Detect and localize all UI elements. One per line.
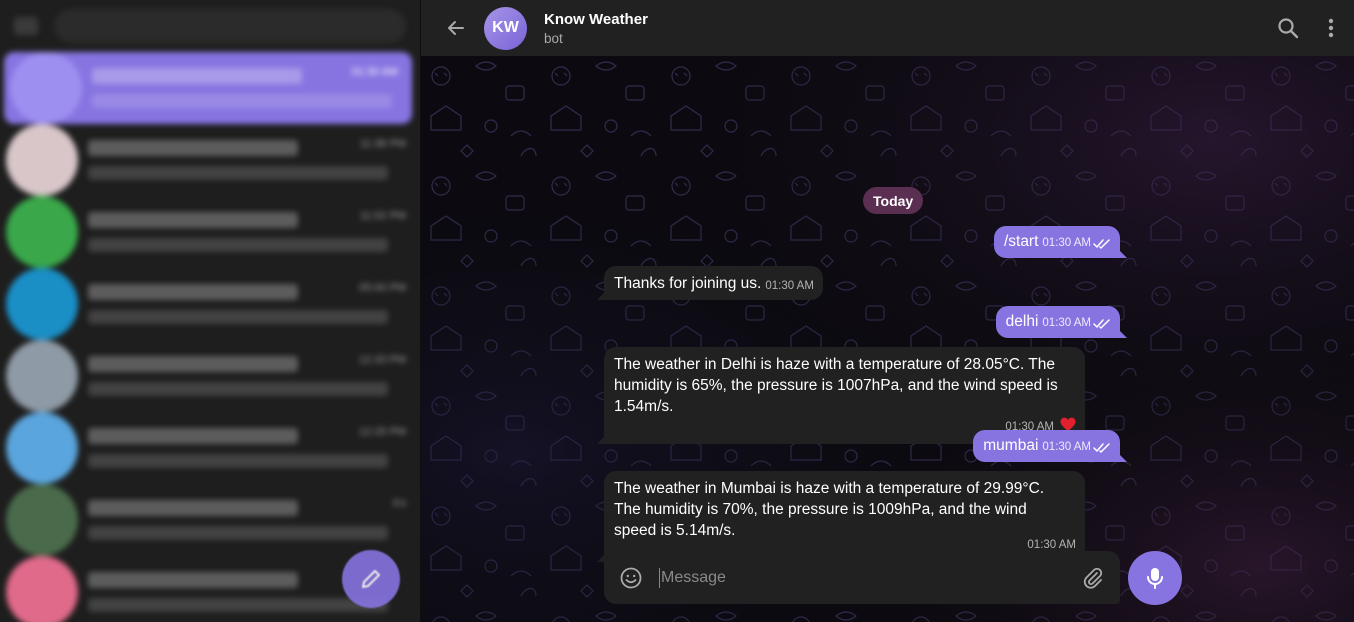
message-meta: 01:30 AM <box>1042 233 1111 254</box>
menu-icon[interactable] <box>14 17 38 35</box>
message-text: The weather in Delhi is haze with a temp… <box>614 356 1058 415</box>
avatar <box>6 556 78 622</box>
message-text: /start <box>1003 233 1039 250</box>
header-actions <box>1276 16 1336 40</box>
chat-header: KW Know Weather bot <box>421 0 1354 56</box>
avatar <box>6 124 78 196</box>
message-text: Thanks for joining us. <box>614 275 762 292</box>
back-button[interactable] <box>443 15 469 41</box>
double-check-icon <box>1093 238 1110 249</box>
message-text: The weather in Mumbai is haze with a tem… <box>614 480 1045 539</box>
message-meta: 01:30 AM <box>1042 437 1111 458</box>
chat-time: 01:30 AM <box>351 66 398 78</box>
search-icon[interactable] <box>1276 16 1300 40</box>
chat-title: Know Weather <box>544 10 648 28</box>
avatar <box>6 340 78 412</box>
chat-time: 11:02 PM <box>359 210 406 222</box>
message-composer: Message <box>604 551 1120 604</box>
message-text: mumbai <box>983 437 1039 454</box>
chat-list-item[interactable]: Fri <box>0 484 420 556</box>
message-time: 01:30 AM <box>1042 317 1091 329</box>
chat-list-sidebar: 01:30 AM 11:38 PM 11:02 PM 05:00 PM 12:33 PM… <box>0 0 421 622</box>
pencil-icon <box>362 570 380 588</box>
message-text: delhi <box>1005 313 1039 330</box>
back-arrow-icon <box>448 21 464 35</box>
message-meta: 01:30 AM <box>1042 313 1111 334</box>
mic-icon <box>1147 568 1163 589</box>
avatar <box>6 196 78 268</box>
sidebar-header <box>0 0 420 52</box>
avatar <box>6 268 78 340</box>
message-outgoing[interactable]: mumbai 01:30 AM <box>973 430 1127 462</box>
avatar <box>6 412 78 484</box>
voice-record-button[interactable] <box>1128 551 1182 605</box>
chat-time: 11:38 PM <box>359 138 406 150</box>
date-separator: Today <box>863 187 924 214</box>
avatar <box>6 484 78 556</box>
chat-time: 12:33 PM <box>358 354 406 366</box>
new-message-button[interactable] <box>342 550 400 608</box>
message-time: 01:30 AM <box>1042 441 1091 453</box>
attach-icon <box>1083 567 1103 589</box>
attach-button[interactable] <box>1080 565 1106 591</box>
message-incoming[interactable]: Thanks for joining us. 01:30 AM <box>597 266 823 300</box>
chat-panel: KW Know Weather bot Today /start 01:30 A… <box>421 0 1354 622</box>
chat-time: 05:00 PM <box>358 282 406 294</box>
sidebar-content-blurred: 01:30 AM 11:38 PM 11:02 PM 05:00 PM 12:33 PM… <box>0 0 420 622</box>
chat-list-item[interactable]: 11:38 PM <box>0 124 420 196</box>
double-check-icon <box>1093 442 1110 453</box>
double-check-icon <box>1093 318 1110 329</box>
emoji-button[interactable] <box>617 564 645 592</box>
chat-title-block[interactable]: Know Weather bot <box>544 11 648 46</box>
emoji-icon <box>620 567 642 588</box>
chat-list-item[interactable]: 11:02 PM <box>0 196 420 268</box>
chat-list-item[interactable]: 12:33 PM <box>0 340 420 412</box>
more-icon[interactable] <box>1326 16 1336 40</box>
message-time: 01:30 AM <box>1042 237 1091 249</box>
chat-list-item[interactable]: 01:30 AM <box>4 52 412 124</box>
chat-subtitle: bot <box>544 30 563 46</box>
message-outgoing[interactable]: delhi 01:30 AM <box>995 306 1127 338</box>
chat-avatar[interactable]: KW <box>484 6 527 50</box>
chat-list-item[interactable]: 12:25 PM <box>0 412 420 484</box>
chat-time: 12:25 PM <box>358 426 406 438</box>
chat-time: Fri <box>393 498 406 510</box>
message-input[interactable]: Message <box>659 567 1080 588</box>
avatar <box>10 52 82 124</box>
chat-list: 01:30 AM 11:38 PM 11:02 PM 05:00 PM 12:33 PM… <box>0 52 420 622</box>
sidebar-search-input[interactable] <box>54 9 406 43</box>
chat-list-item[interactable]: 05:00 PM <box>0 268 420 340</box>
message-time: 01:30 AM <box>765 280 814 292</box>
message-incoming[interactable]: The weather in Mumbai is haze with a tem… <box>597 471 1085 562</box>
message-outgoing[interactable]: /start 01:30 AM <box>993 226 1127 258</box>
